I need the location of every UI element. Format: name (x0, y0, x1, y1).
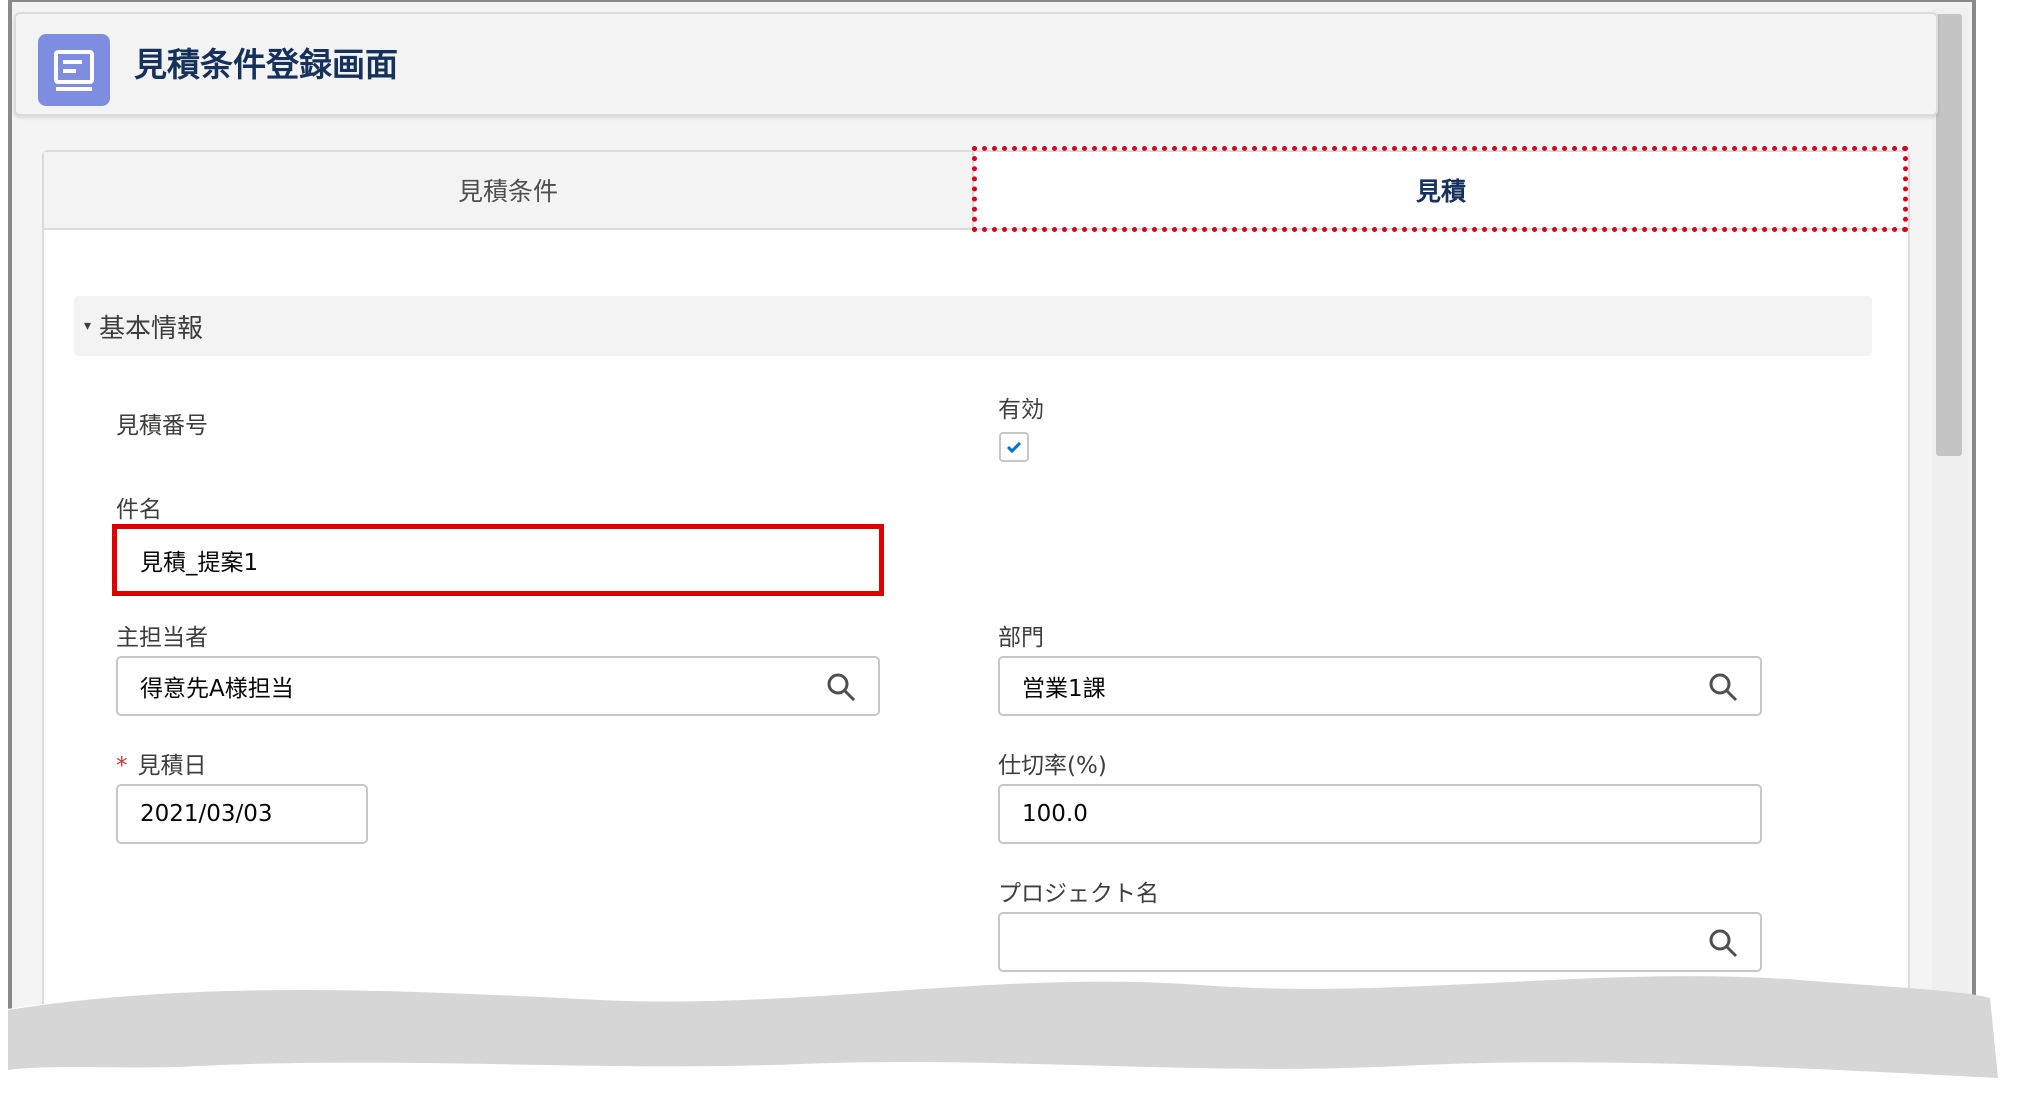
department-value: 営業1課 (1022, 676, 1106, 702)
page-header: 見積条件登録画面 (14, 12, 1938, 116)
quote-date-label-text: 見積日 (137, 753, 207, 779)
quote-date-label: * 見積日 (116, 746, 207, 780)
owner-value: 得意先A様担当 (140, 676, 294, 702)
subject-label: 件名 (116, 497, 162, 523)
caret-down-icon: ▾ (84, 318, 92, 334)
rate-value: 100.0 (1022, 801, 1088, 827)
rate-label: 仕切率(%) (998, 753, 1107, 779)
tab-bar: 見積条件 見積 (44, 146, 1908, 232)
rate-input[interactable]: 100.0 (998, 784, 1762, 844)
search-icon[interactable] (826, 672, 856, 702)
quote-number-label: 見積番号 (116, 413, 208, 439)
required-mark: * (116, 753, 128, 779)
subject-value: 見積_提案1 (140, 550, 259, 576)
subject-input[interactable]: 見積_提案1 (118, 529, 880, 591)
owner-lookup-input[interactable]: 得意先A様担当 (116, 656, 880, 716)
department-label: 部門 (998, 625, 1044, 651)
tab-quote-conditions[interactable]: 見積条件 (44, 152, 974, 228)
quote-date-input[interactable]: 2021/03/03 (116, 784, 368, 844)
valid-checkbox[interactable] (999, 432, 1029, 462)
department-lookup-input[interactable]: 営業1課 (998, 656, 1762, 716)
record-icon (38, 34, 110, 106)
owner-label: 主担当者 (116, 625, 208, 651)
checkmark-icon (1006, 441, 1022, 454)
section-header-basic-info[interactable]: ▾ 基本情報 (74, 296, 1872, 356)
project-label: プロジェクト名 (998, 881, 1159, 907)
search-icon[interactable] (1708, 672, 1738, 702)
section-title: 基本情報 (99, 313, 204, 344)
scrollbar-thumb[interactable] (1936, 14, 1962, 456)
quote-date-value: 2021/03/03 (140, 801, 273, 827)
torn-edge (0, 976, 2027, 1106)
page-title: 見積条件登録画面 (134, 45, 398, 84)
search-icon[interactable] (1708, 928, 1738, 958)
tab-quote[interactable]: 見積 (974, 152, 1908, 228)
valid-label: 有効 (998, 397, 1044, 423)
